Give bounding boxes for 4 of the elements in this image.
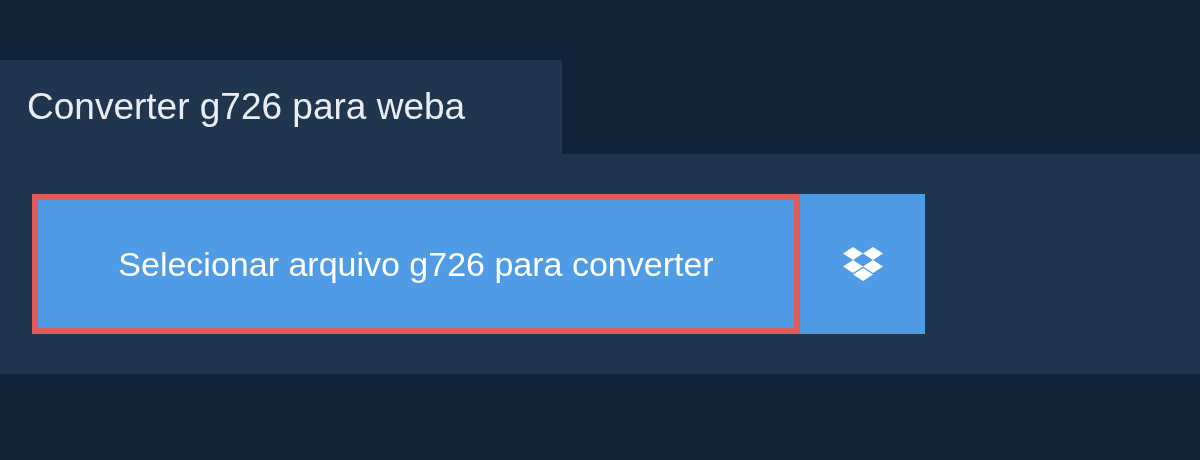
page-title: Converter g726 para weba [27,86,466,128]
dropbox-icon [841,246,884,282]
select-file-button[interactable]: Selecionar arquivo g726 para converter [32,194,800,334]
dropbox-button[interactable] [800,194,925,334]
